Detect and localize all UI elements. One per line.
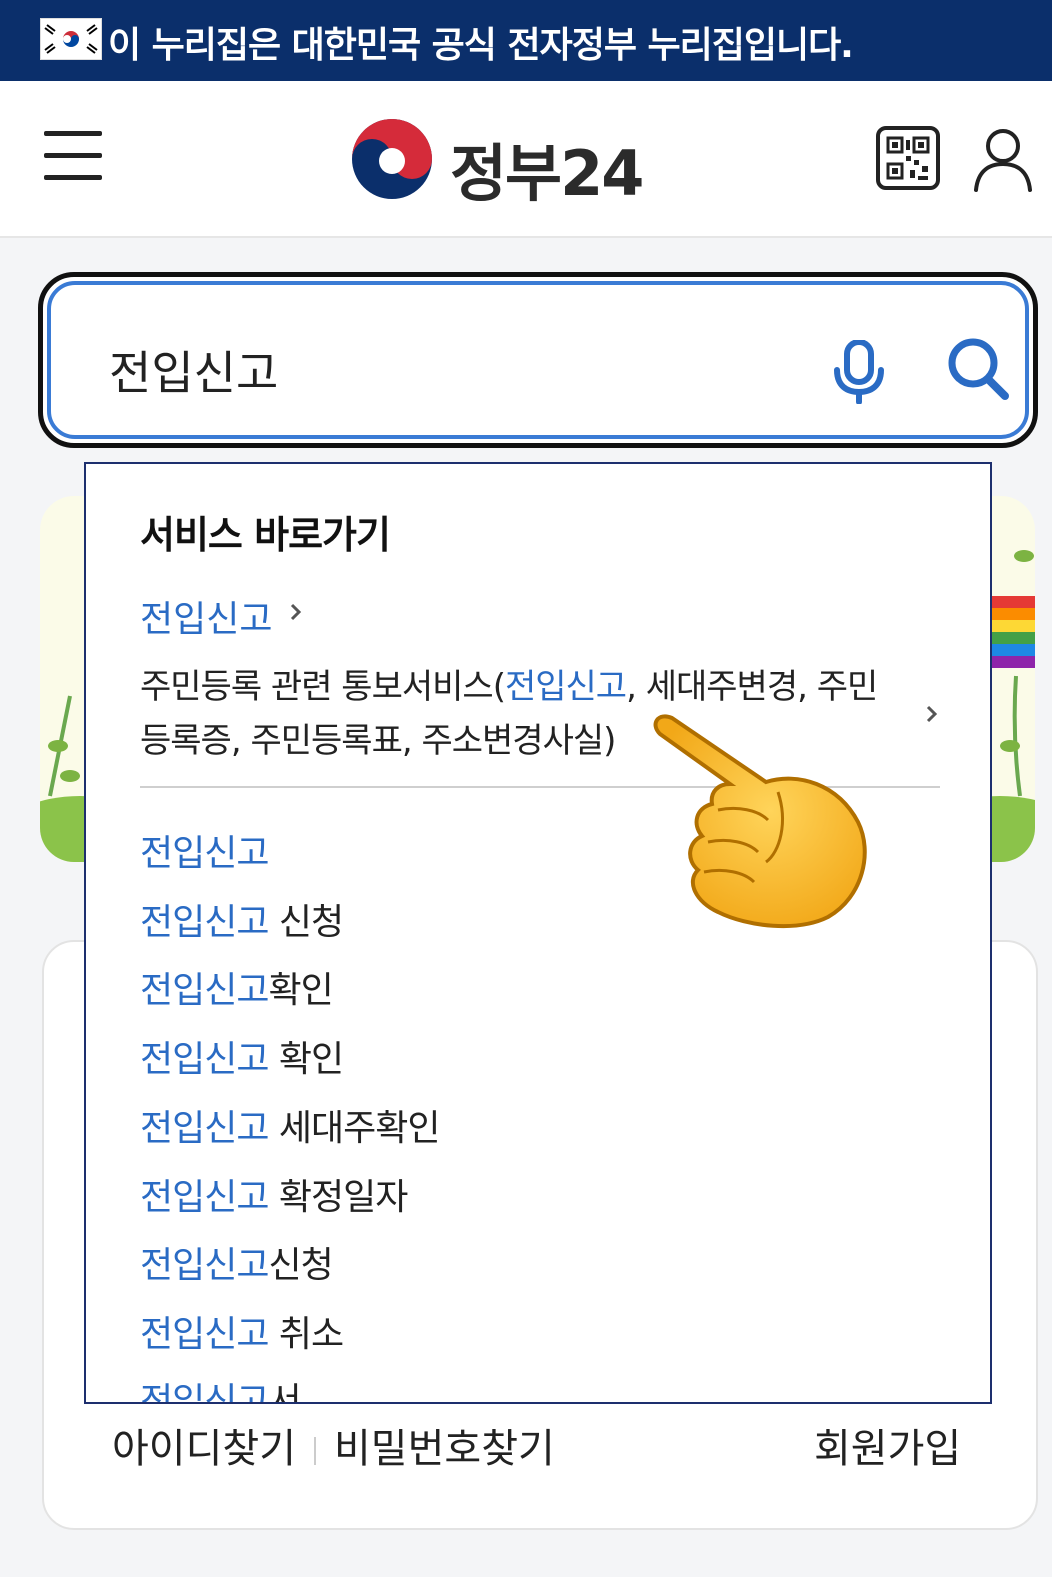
suggestion-item[interactable]: 전입신고 신청 xyxy=(140,893,344,945)
search-icon[interactable] xyxy=(947,337,1009,401)
suggestion-item[interactable]: 전입신고확인 xyxy=(140,961,334,1013)
hamburger-menu-icon xyxy=(44,131,102,136)
site-logo[interactable]: 정부24 xyxy=(350,117,650,210)
suggestion-item[interactable]: 전입신고 확정일자 xyxy=(140,1168,408,1220)
link-divider xyxy=(314,1437,316,1465)
suggestion-item[interactable]: 전입신고 xyxy=(140,824,269,876)
taegeuk-logo-icon xyxy=(352,119,432,199)
hamburger-menu-button[interactable] xyxy=(44,131,102,183)
microphone-icon[interactable] xyxy=(831,340,887,404)
pointing-hand-icon xyxy=(653,714,867,928)
chevron-right-icon xyxy=(290,603,302,621)
suggestion-item[interactable]: 전입신고신청 xyxy=(140,1236,334,1288)
find-id-link[interactable]: 아이디찾기 xyxy=(112,1426,296,1472)
search-autocomplete-dropdown: 서비스 바로가기 전입신고 주민등록 관련 통보서비스(전입신고, 세대주변경,… xyxy=(84,462,992,1404)
account-links: 아이디찾기 비밀번호찾기 xyxy=(112,1416,555,1474)
user-icon[interactable] xyxy=(972,126,1034,192)
korea-flag-icon xyxy=(40,18,102,60)
chevron-right-icon xyxy=(926,705,938,723)
site-header: 정부24 xyxy=(0,81,1052,238)
service-shortcut-title: 서비스 바로가기 xyxy=(140,513,391,557)
search-input[interactable]: 전입신고 xyxy=(109,337,278,403)
suggestion-item[interactable]: 전입신고 취소 xyxy=(140,1305,344,1357)
service-shortcut-link[interactable]: 전입신고 xyxy=(140,590,272,642)
qr-code-icon[interactable] xyxy=(876,126,940,190)
logo-text: 정부24 xyxy=(450,137,644,210)
suggestion-item[interactable]: 전입신고서 xyxy=(140,1372,302,1402)
search-box: 전입신고 xyxy=(38,272,1038,448)
signup-link[interactable]: 회원가입 xyxy=(814,1416,961,1474)
suggestion-item[interactable]: 전입신고 세대주확인 xyxy=(140,1099,441,1151)
suggestion-item[interactable]: 전입신고 확인 xyxy=(140,1030,344,1082)
search-field-frame: 전입신고 xyxy=(47,281,1029,439)
gov-banner-text: 이 누리집은 대한민국 공식 전자정부 누리집입니다. xyxy=(108,25,854,66)
gov-official-banner: 이 누리집은 대한민국 공식 전자정부 누리집입니다. xyxy=(0,0,1052,81)
find-password-link[interactable]: 비밀번호찾기 xyxy=(334,1426,555,1472)
